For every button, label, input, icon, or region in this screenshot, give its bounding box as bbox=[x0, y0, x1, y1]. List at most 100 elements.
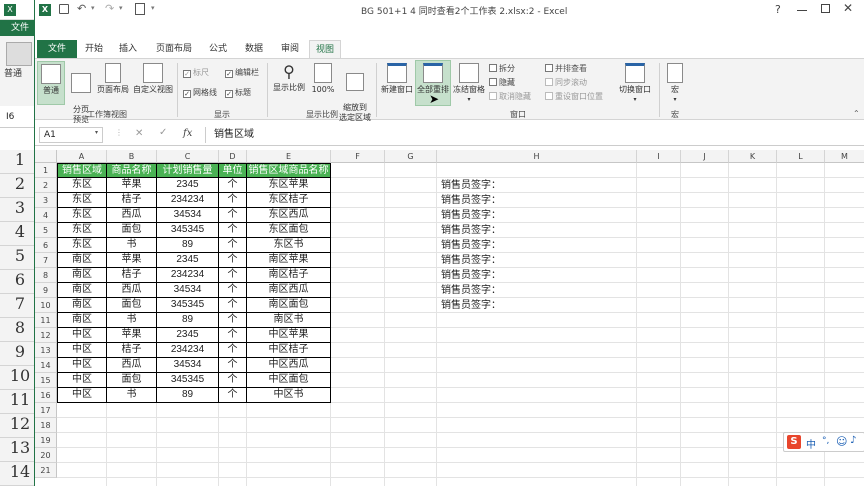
row-header-11[interactable]: 11 bbox=[35, 313, 57, 328]
zoom-button[interactable]: ⚲ 显示比例 bbox=[271, 61, 307, 105]
name-box-dropdown-icon[interactable]: ▾ bbox=[95, 129, 98, 136]
qat-customize-icon[interactable]: ▾ bbox=[151, 4, 155, 12]
table-cell[interactable]: 89 bbox=[157, 388, 219, 403]
column-header-a[interactable]: A bbox=[57, 150, 107, 163]
save-icon[interactable] bbox=[59, 4, 69, 14]
freeze-panes-button[interactable]: 冻结窗格 ▾ bbox=[451, 61, 487, 105]
row-header-7[interactable]: 7 bbox=[35, 253, 57, 268]
column-header-f[interactable]: F bbox=[331, 150, 385, 163]
tab-data[interactable]: 数据 bbox=[239, 40, 269, 58]
table-cell[interactable]: 东区 bbox=[57, 178, 107, 193]
row-header-5[interactable]: 5 bbox=[35, 223, 57, 238]
table-cell[interactable]: 345345 bbox=[157, 298, 219, 313]
table-cell[interactable]: 南区 bbox=[57, 298, 107, 313]
table-cell[interactable]: 面包 bbox=[107, 298, 157, 313]
redo-dropdown-icon[interactable]: ▾ bbox=[119, 4, 123, 12]
table-cell[interactable]: 234234 bbox=[157, 343, 219, 358]
page-layout-button[interactable]: 页面布局 bbox=[95, 61, 131, 105]
table-cell[interactable]: 个 bbox=[219, 358, 247, 373]
insert-function-icon[interactable]: fx bbox=[183, 128, 192, 139]
tab-page-layout[interactable]: 页面布局 bbox=[149, 40, 199, 58]
zoom-100-button[interactable]: 100% bbox=[309, 61, 337, 105]
table-cell[interactable]: 苹果 bbox=[107, 178, 157, 193]
table-cell[interactable]: 桔子 bbox=[107, 343, 157, 358]
row-header-2[interactable]: 2 bbox=[35, 178, 57, 193]
reset-position-button[interactable]: 重设窗口位置 bbox=[545, 91, 603, 102]
table-cell[interactable]: 桔子 bbox=[107, 193, 157, 208]
table-cell[interactable]: 2345 bbox=[157, 328, 219, 343]
table-cell[interactable]: 34534 bbox=[157, 358, 219, 373]
table-cell[interactable]: 个 bbox=[219, 298, 247, 313]
table-cell[interactable]: 东区西瓜 bbox=[247, 208, 331, 223]
column-header-i[interactable]: I bbox=[637, 150, 681, 163]
table-cell[interactable]: 中区 bbox=[57, 388, 107, 403]
table-cell[interactable]: 面包 bbox=[107, 223, 157, 238]
table-cell[interactable]: 345345 bbox=[157, 223, 219, 238]
table-cell[interactable]: 2345 bbox=[157, 178, 219, 193]
table-cell[interactable]: 个 bbox=[219, 238, 247, 253]
table-cell[interactable]: 中区 bbox=[57, 328, 107, 343]
row-header-6[interactable]: 6 bbox=[35, 238, 57, 253]
table-cell[interactable]: 中区 bbox=[57, 343, 107, 358]
table-cell[interactable]: 个 bbox=[219, 253, 247, 268]
column-header-l[interactable]: L bbox=[777, 150, 825, 163]
tab-review[interactable]: 审阅 bbox=[273, 40, 307, 58]
table-cell[interactable]: 中区桔子 bbox=[247, 343, 331, 358]
enter-icon[interactable]: ✓ bbox=[159, 127, 167, 138]
table-cell[interactable]: 南区 bbox=[57, 283, 107, 298]
microphone-icon[interactable]: ♪ bbox=[850, 435, 856, 446]
tab-home[interactable]: 开始 bbox=[79, 40, 109, 58]
table-cell[interactable]: 中区面包 bbox=[247, 373, 331, 388]
signature-label[interactable]: 销售员签字： bbox=[441, 223, 501, 238]
row-header-1[interactable]: 1 bbox=[35, 163, 57, 178]
table-cell[interactable]: 苹果 bbox=[107, 328, 157, 343]
page-break-preview-button[interactable]: 分页 预览 bbox=[67, 61, 95, 124]
signature-label[interactable]: 销售员签字： bbox=[441, 253, 501, 268]
table-cell[interactable]: 个 bbox=[219, 268, 247, 283]
signature-label[interactable]: 销售员签字： bbox=[441, 208, 501, 223]
table-cell[interactable]: 个 bbox=[219, 313, 247, 328]
split-button[interactable]: 拆分 bbox=[489, 63, 515, 74]
row-header-3[interactable]: 3 bbox=[35, 193, 57, 208]
row-header-18[interactable]: 18 bbox=[35, 418, 57, 433]
row-header-17[interactable]: 17 bbox=[35, 403, 57, 418]
table-cell[interactable]: 桔子 bbox=[107, 268, 157, 283]
table-cell[interactable]: 个 bbox=[219, 178, 247, 193]
restore-icon[interactable] bbox=[821, 4, 830, 13]
column-header-d[interactable]: D bbox=[219, 150, 247, 163]
gridlines-checkbox[interactable]: ✓ 网格线 bbox=[183, 87, 217, 98]
table-cell[interactable]: 234234 bbox=[157, 268, 219, 283]
table-header-cell[interactable]: 单位 bbox=[219, 163, 247, 178]
table-cell[interactable]: 东区面包 bbox=[247, 223, 331, 238]
signature-label[interactable]: 销售员签字： bbox=[441, 283, 501, 298]
formula-bar-checkbox[interactable]: ✓ 编辑栏 bbox=[225, 67, 259, 78]
normal-view-button[interactable]: 普通 bbox=[37, 61, 65, 105]
row-header-4[interactable]: 4 bbox=[35, 208, 57, 223]
row-header-14[interactable]: 14 bbox=[35, 358, 57, 373]
signature-label[interactable]: 销售员签字： bbox=[441, 298, 501, 313]
ruler-checkbox[interactable]: ✓ 标尺 bbox=[183, 67, 209, 78]
unhide-button[interactable]: 取消隐藏 bbox=[489, 91, 531, 102]
column-header-h[interactable]: H bbox=[437, 150, 637, 163]
column-header-m[interactable]: M bbox=[825, 150, 864, 163]
macros-button[interactable]: 宏 ▾ bbox=[663, 61, 687, 105]
custom-views-button[interactable]: 自定义视图 bbox=[131, 61, 175, 105]
table-cell[interactable]: 南区 bbox=[57, 313, 107, 328]
formula-input[interactable]: 销售区域 bbox=[205, 127, 861, 143]
new-window-button[interactable]: 新建窗口 bbox=[379, 61, 415, 105]
column-header-k[interactable]: K bbox=[729, 150, 777, 163]
table-cell[interactable]: 书 bbox=[107, 313, 157, 328]
row-header-8[interactable]: 8 bbox=[35, 268, 57, 283]
table-cell[interactable]: 南区 bbox=[57, 268, 107, 283]
table-cell[interactable]: 个 bbox=[219, 343, 247, 358]
table-cell[interactable]: 西瓜 bbox=[107, 358, 157, 373]
redo-icon[interactable]: ↷ bbox=[105, 2, 114, 15]
table-cell[interactable]: 南区 bbox=[57, 253, 107, 268]
table-cell[interactable]: 苹果 bbox=[107, 253, 157, 268]
table-cell[interactable]: 345345 bbox=[157, 373, 219, 388]
row-header-19[interactable]: 19 bbox=[35, 433, 57, 448]
column-header-e[interactable]: E bbox=[247, 150, 331, 163]
punctuation-icon[interactable]: °, bbox=[822, 436, 829, 446]
row-header-10[interactable]: 10 bbox=[35, 298, 57, 313]
table-cell[interactable]: 西瓜 bbox=[107, 208, 157, 223]
